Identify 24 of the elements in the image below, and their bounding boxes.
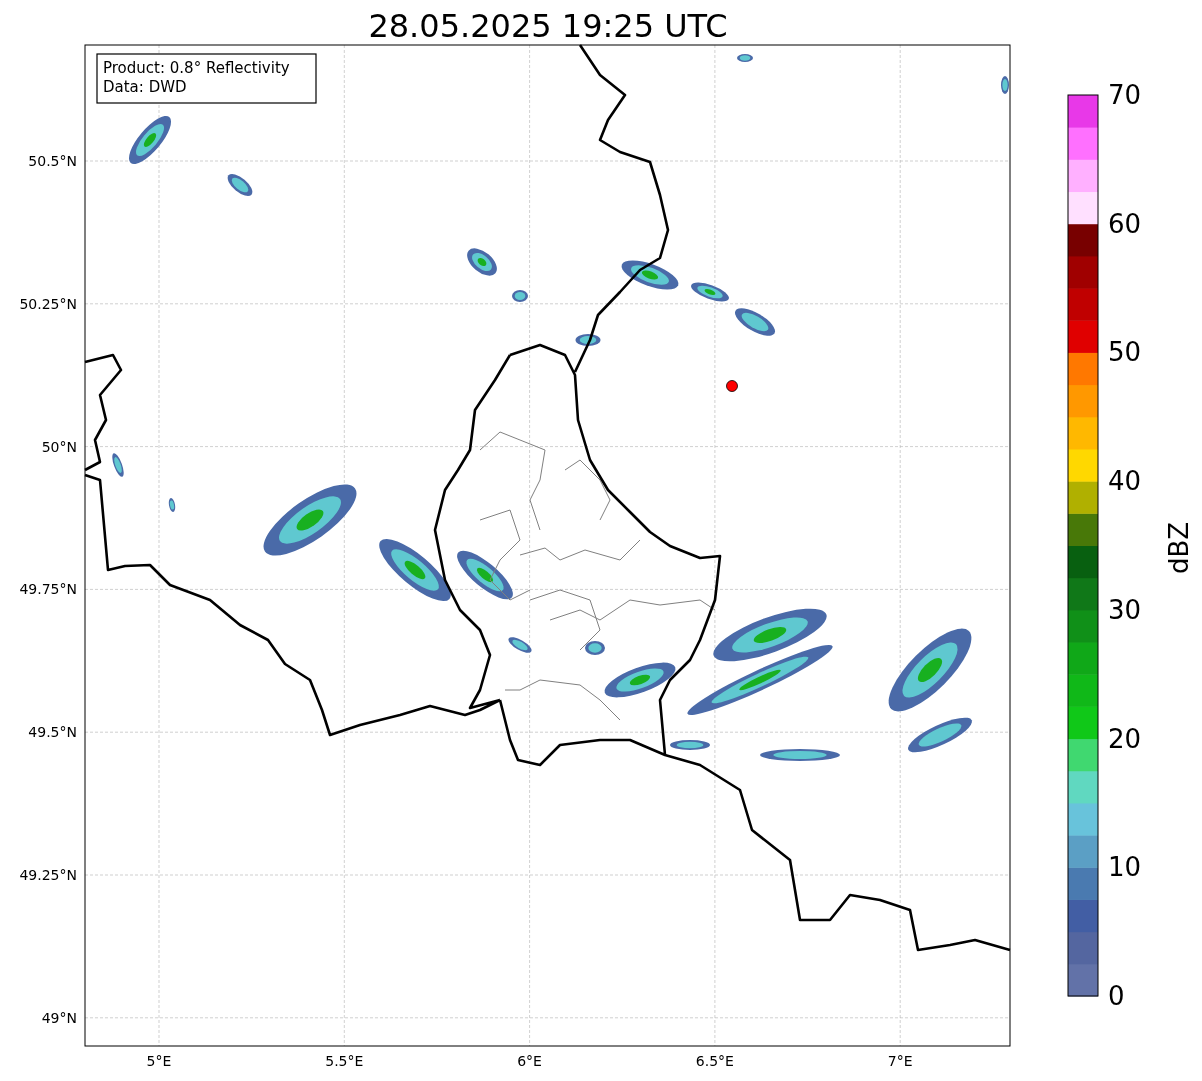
y-axis-label: 49.5°N (28, 724, 77, 741)
colorbar-tick-label: 0 (1108, 981, 1125, 1011)
location-marker (726, 380, 738, 392)
colorbar-label: dBZ (1164, 521, 1194, 575)
y-axis-label: 49°N (41, 1009, 77, 1026)
colorbar-tick-label: 10 (1108, 852, 1142, 883)
colorbar-tick-label: 20 (1108, 723, 1142, 754)
colorbar-tick-label: 60 (1108, 208, 1142, 239)
legend-box: Product: 0.8° Reflectivity Data: DWD (96, 53, 317, 104)
colorbar-tick-label: 70 (1108, 80, 1142, 110)
y-axis-label: 50°N (41, 438, 77, 455)
chart-title: 28.05.2025 19:25 UTC (368, 7, 728, 45)
y-axis-label: 49.25°N (19, 867, 77, 883)
x-axis-label: 5°E (146, 1053, 172, 1069)
x-axis-label: 5.5°E (325, 1053, 364, 1069)
colorbar-tick-label: 40 (1108, 466, 1142, 497)
x-axis-label: 7°E (887, 1053, 913, 1069)
y-axis-label: 49.75°N (19, 581, 77, 598)
colorbar-tick-label: 50 (1108, 337, 1142, 368)
y-axis-label: 50.5°N (28, 153, 77, 169)
x-axis-label: 6°E (517, 1053, 542, 1069)
y-axis-label: 50.25°N (19, 295, 77, 312)
colorbar-tick-label: 30 (1108, 594, 1142, 625)
x-axis-label: 6.5°E (695, 1053, 734, 1069)
